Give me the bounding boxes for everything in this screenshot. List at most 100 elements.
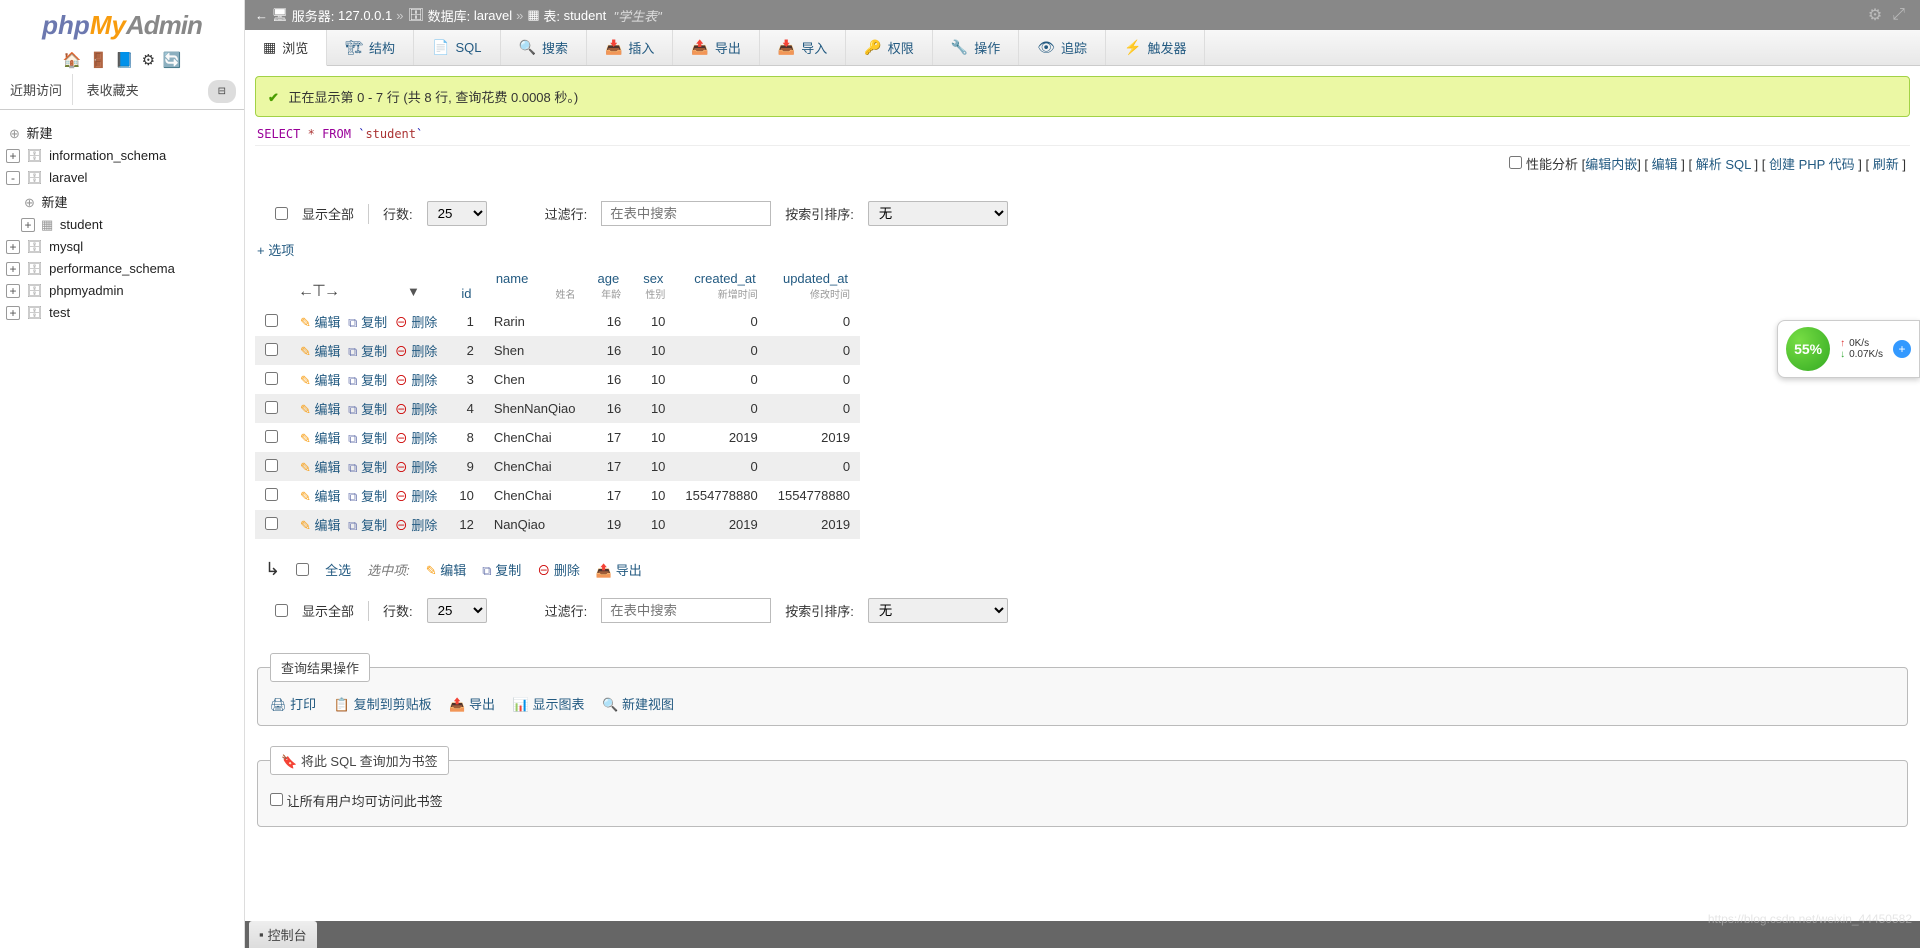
row-checkbox[interactable] bbox=[265, 314, 278, 327]
rows-select-2[interactable]: 25 bbox=[427, 598, 487, 623]
db-link[interactable]: information_schema bbox=[49, 148, 166, 163]
row-edit[interactable]: ✎ 编辑 bbox=[300, 373, 341, 388]
row-edit[interactable]: ✎ 编辑 bbox=[300, 431, 341, 446]
bookmark-all-users-checkbox[interactable] bbox=[270, 793, 283, 806]
db-link[interactable]: phpmyadmin bbox=[49, 283, 123, 298]
new-table-link[interactable]: 新建 bbox=[42, 195, 68, 210]
col-name[interactable]: name姓名 bbox=[484, 265, 586, 307]
sort-select-2[interactable]: 无 bbox=[868, 598, 1008, 623]
db-link[interactable]: laravel bbox=[474, 8, 512, 23]
row-checkbox[interactable] bbox=[265, 401, 278, 414]
row-copy[interactable]: ⧉ 复制 bbox=[348, 344, 387, 359]
settings-icon[interactable]: ⚙ bbox=[142, 52, 155, 69]
php-link[interactable]: 创建 PHP 代码 bbox=[1769, 157, 1855, 172]
op-export[interactable]: 📤 导出 bbox=[449, 697, 495, 712]
col-sex[interactable]: sex性别 bbox=[631, 265, 675, 307]
op-print[interactable]: 🖨 打印 bbox=[270, 697, 316, 712]
expand-toggle[interactable]: + bbox=[6, 240, 20, 254]
expand-toggle[interactable]: + bbox=[6, 149, 20, 163]
row-copy[interactable]: ⧉ 复制 bbox=[348, 402, 387, 417]
docs-icon[interactable]: 📘 bbox=[115, 52, 134, 69]
db-link[interactable]: performance_schema bbox=[49, 261, 175, 276]
expand-toggle[interactable]: + bbox=[6, 306, 20, 320]
row-copy[interactable]: ⧉ 复制 bbox=[348, 373, 387, 388]
table-link[interactable]: student bbox=[60, 217, 103, 232]
row-delete[interactable]: ⊖ 删除 bbox=[395, 402, 438, 417]
collapse-pill[interactable]: ⊟ bbox=[208, 80, 236, 103]
edit-inline-link[interactable]: 编辑内嵌 bbox=[1585, 157, 1637, 172]
row-edit[interactable]: ✎ 编辑 bbox=[300, 344, 341, 359]
tab-结构[interactable]: 🏗结构 bbox=[327, 30, 414, 65]
logout-icon[interactable]: 🚪 bbox=[89, 52, 108, 69]
table-link[interactable]: student bbox=[564, 8, 607, 23]
row-delete[interactable]: ⊖ 删除 bbox=[395, 460, 438, 475]
row-copy[interactable]: ⧉ 复制 bbox=[348, 460, 387, 475]
tab-搜索[interactable]: 🔍搜索 bbox=[501, 30, 587, 65]
page-settings-icon[interactable]: ⚙ bbox=[1863, 5, 1887, 25]
bulk-export[interactable]: 📤 导出 bbox=[596, 560, 642, 579]
row-delete[interactable]: ⊖ 删除 bbox=[395, 315, 438, 330]
options-link[interactable]: + 选项 bbox=[255, 236, 296, 263]
bulk-copy[interactable]: ⧉ 复制 bbox=[482, 560, 521, 579]
server-link[interactable]: 127.0.0.1 bbox=[338, 8, 392, 23]
row-edit[interactable]: ✎ 编辑 bbox=[300, 489, 341, 504]
logo[interactable]: phpMyAdmin bbox=[0, 0, 244, 46]
db-link[interactable]: test bbox=[49, 305, 70, 320]
row-checkbox[interactable] bbox=[265, 430, 278, 443]
bulk-edit[interactable]: ✎ 编辑 bbox=[426, 560, 467, 579]
row-checkbox[interactable] bbox=[265, 343, 278, 356]
db-link[interactable]: laravel bbox=[49, 170, 87, 185]
tab-导出[interactable]: 📤导出 bbox=[673, 30, 759, 65]
row-delete[interactable]: ⊖ 删除 bbox=[395, 489, 438, 504]
show-all-checkbox[interactable] bbox=[275, 207, 288, 220]
row-edit[interactable]: ✎ 编辑 bbox=[300, 315, 341, 330]
console-toggle[interactable]: ▪控制台 bbox=[249, 921, 317, 948]
row-checkbox[interactable] bbox=[265, 372, 278, 385]
reload-icon[interactable]: 🔄 bbox=[163, 52, 182, 69]
row-checkbox[interactable] bbox=[265, 517, 278, 530]
explain-link[interactable]: 解析 SQL bbox=[1696, 157, 1751, 172]
op-chart[interactable]: 📊 显示图表 bbox=[513, 697, 585, 712]
tab-浏览[interactable]: ▦浏览 bbox=[245, 30, 327, 66]
col-id[interactable]: id bbox=[449, 265, 483, 307]
select-all-checkbox[interactable] bbox=[296, 563, 309, 576]
tab-触发器[interactable]: ⚡触发器 bbox=[1106, 30, 1205, 65]
row-delete[interactable]: ⊖ 删除 bbox=[395, 431, 438, 446]
show-all-checkbox-2[interactable] bbox=[275, 604, 288, 617]
select-all-link[interactable]: 全选 bbox=[325, 560, 351, 579]
rows-select[interactable]: 25 bbox=[427, 201, 487, 226]
filter-input[interactable] bbox=[601, 201, 771, 226]
collapse-icon[interactable]: ⤢ bbox=[1887, 6, 1910, 24]
row-checkbox[interactable] bbox=[265, 459, 278, 472]
tab-权限[interactable]: 🔑权限 bbox=[846, 30, 932, 65]
row-edit[interactable]: ✎ 编辑 bbox=[300, 518, 341, 533]
tab-操作[interactable]: 🔧操作 bbox=[933, 30, 1019, 65]
expand-toggle[interactable]: - bbox=[6, 171, 20, 185]
refresh-link[interactable]: 刷新 bbox=[1873, 157, 1899, 172]
op-view[interactable]: 🔍 新建视图 bbox=[602, 697, 674, 712]
plus-icon[interactable]: + bbox=[1893, 340, 1911, 358]
profiling-checkbox[interactable] bbox=[1509, 156, 1522, 169]
recent-tab[interactable]: 近期访问 bbox=[0, 74, 73, 105]
new-db-link[interactable]: 新建 bbox=[27, 126, 53, 141]
sort-select[interactable]: 无 bbox=[868, 201, 1008, 226]
row-checkbox[interactable] bbox=[265, 488, 278, 501]
col-age[interactable]: age年龄 bbox=[585, 265, 631, 307]
row-copy[interactable]: ⧉ 复制 bbox=[348, 315, 387, 330]
col-updated_at[interactable]: updated_at修改时间 bbox=[768, 265, 860, 307]
edit-link[interactable]: 编辑 bbox=[1652, 157, 1678, 172]
expand-toggle[interactable]: + bbox=[6, 262, 20, 276]
filter-input-2[interactable] bbox=[601, 598, 771, 623]
row-edit[interactable]: ✎ 编辑 bbox=[300, 402, 341, 417]
bulk-delete[interactable]: ⊖ 删除 bbox=[537, 560, 580, 579]
tab-追踪[interactable]: 👁追踪 bbox=[1019, 30, 1106, 65]
row-delete[interactable]: ⊖ 删除 bbox=[395, 344, 438, 359]
sort-header[interactable]: ←⊤→ ▼ bbox=[288, 265, 449, 307]
home-icon[interactable]: 🏠 bbox=[63, 52, 82, 69]
favorites-tab[interactable]: 表收藏夹 bbox=[77, 74, 149, 105]
row-edit[interactable]: ✎ 编辑 bbox=[300, 460, 341, 475]
row-copy[interactable]: ⧉ 复制 bbox=[348, 489, 387, 504]
row-delete[interactable]: ⊖ 删除 bbox=[395, 373, 438, 388]
row-delete[interactable]: ⊖ 删除 bbox=[395, 518, 438, 533]
tab-SQL[interactable]: 📄SQL bbox=[414, 30, 500, 65]
